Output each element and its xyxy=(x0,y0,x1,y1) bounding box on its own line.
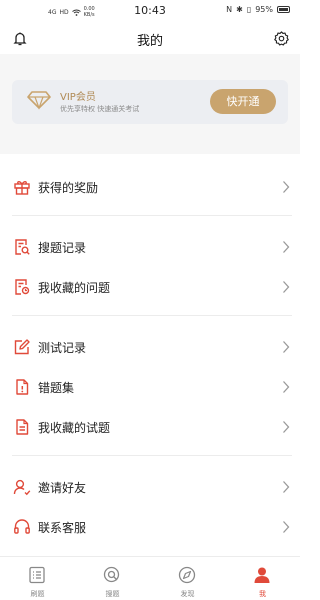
bottom-tab-bar: 刷题 搜题 发现 我 xyxy=(0,556,300,600)
menu-item-favorite-questions[interactable]: 我收藏的问题 xyxy=(0,267,300,307)
favorite-question-icon xyxy=(15,279,30,295)
tab-label: 我 xyxy=(259,590,266,598)
edit-icon xyxy=(14,339,30,355)
divider xyxy=(12,315,292,316)
chevron-right-icon xyxy=(283,421,290,433)
menu-item-label: 搜题记录 xyxy=(38,241,87,255)
search-record-icon xyxy=(15,239,30,255)
menu-item-contact-service[interactable]: 联系客服 xyxy=(0,507,300,547)
bluetooth-icon: ✱ xyxy=(236,5,243,14)
settings-button[interactable] xyxy=(272,29,290,47)
vibrate-icon: ▯ xyxy=(246,5,252,14)
chevron-right-icon xyxy=(283,481,290,493)
status-bar: 4G HD 0.00 KB/s 10:43 N ✱ ▯ 95% xyxy=(0,0,300,22)
headset-icon xyxy=(14,519,30,534)
menu-item-test-record[interactable]: 测试记录 xyxy=(0,327,300,367)
gear-icon xyxy=(273,30,289,46)
menu-item-rewards[interactable]: 获得的奖励 xyxy=(0,167,300,207)
nfc-icon: N xyxy=(226,5,233,14)
tab-label: 搜题 xyxy=(105,590,120,598)
search-icon xyxy=(103,566,120,583)
menu-item-label: 我收藏的问题 xyxy=(38,281,111,295)
tab-practice[interactable]: 刷题 xyxy=(0,557,75,600)
favorite-exam-icon xyxy=(16,419,29,435)
tab-search[interactable]: 搜题 xyxy=(75,557,150,600)
vip-title: VIP会员 xyxy=(60,92,96,103)
compass-icon xyxy=(178,566,196,584)
menu-item-label: 错题集 xyxy=(38,381,75,395)
battery-label: 95% xyxy=(255,5,273,14)
chevron-right-icon xyxy=(283,341,290,353)
chevron-right-icon xyxy=(283,381,290,393)
page-title: 我的 xyxy=(136,34,163,49)
menu-item-label: 我收藏的试题 xyxy=(38,421,111,435)
wrong-question-icon xyxy=(16,379,29,395)
profile-icon xyxy=(254,567,270,583)
status-right: N ✱ ▯ 95% xyxy=(226,5,290,14)
page-header: 我的 xyxy=(0,22,300,54)
menu-item-search-record[interactable]: 搜题记录 xyxy=(0,227,300,267)
vip-diamond-icon xyxy=(27,91,51,110)
chevron-right-icon xyxy=(283,181,290,193)
chevron-right-icon xyxy=(283,521,290,533)
chevron-right-icon xyxy=(283,241,290,253)
menu-item-label: 联系客服 xyxy=(38,521,87,535)
menu-item-invite-friends[interactable]: 邀请好友 xyxy=(0,467,300,507)
vip-card[interactable]: VIP会员 优先享特权 快速通关考试 快开通 xyxy=(12,80,288,124)
divider xyxy=(12,455,292,456)
tab-me[interactable]: 我 xyxy=(225,557,300,600)
divider xyxy=(12,215,292,216)
battery-icon xyxy=(277,6,290,13)
menu-item-label: 邀请好友 xyxy=(38,481,87,495)
menu-item-wrong-questions[interactable]: 错题集 xyxy=(0,367,300,407)
menu-item-label: 获得的奖励 xyxy=(38,181,99,195)
tab-discover[interactable]: 发现 xyxy=(150,557,225,600)
invite-friend-icon xyxy=(13,479,31,496)
menu-item-favorite-exams[interactable]: 我收藏的试题 xyxy=(0,407,300,447)
chevron-right-icon xyxy=(283,281,290,293)
practice-icon xyxy=(29,566,45,584)
menu-list: 获得的奖励 搜题记录 我收藏的问题 测试记录 错题集 我收藏的试题 邀请好友 联… xyxy=(0,154,300,556)
tab-label: 发现 xyxy=(180,590,195,598)
tab-label: 刷题 xyxy=(30,590,45,598)
gift-icon xyxy=(14,181,30,195)
menu-item-label: 测试记录 xyxy=(38,341,87,355)
vip-open-button[interactable]: 快开通 xyxy=(210,89,276,114)
vip-subtitle: 优先享特权 快速通关考试 xyxy=(60,105,140,113)
